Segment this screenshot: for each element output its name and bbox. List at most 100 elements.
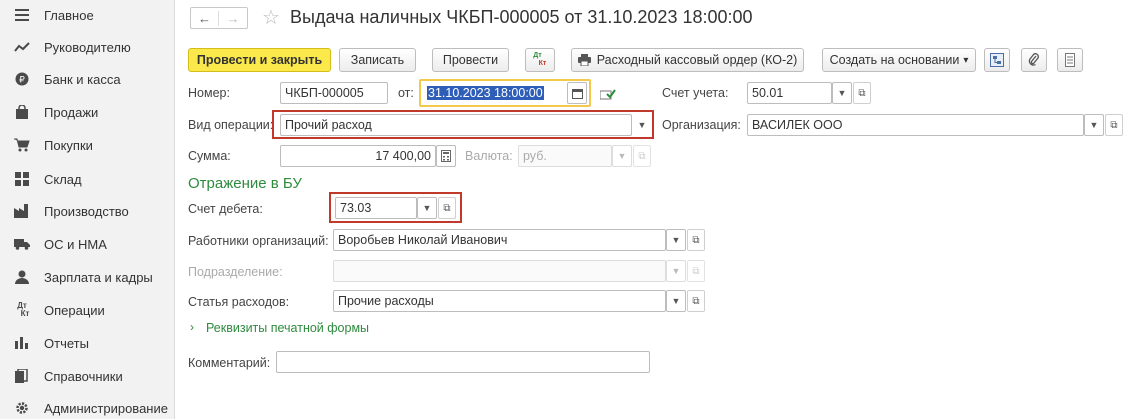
account-open-button[interactable]: ⧉ — [853, 82, 871, 104]
chevron-down-icon: ▼ — [1089, 120, 1099, 130]
sidebar: Главное Руководителю ₽ Банк и касса Прод… — [0, 0, 175, 419]
currency-label: Валюта: — [465, 149, 513, 163]
sidebar-item-operations[interactable]: Дт Кт Операции — [0, 295, 175, 325]
chevron-down-icon: ▼ — [671, 235, 681, 245]
calendar-button[interactable] — [567, 82, 587, 104]
organization-dropdown-button[interactable]: ▼ — [1084, 114, 1104, 136]
employees-dropdown-button[interactable]: ▼ — [666, 229, 686, 251]
bar-chart-icon — [14, 335, 30, 351]
date-value: 31.10.2023 18:00:00 — [427, 86, 544, 100]
employees-field[interactable]: Воробьев Николай Иванович — [333, 229, 666, 251]
open-icon: ⧉ — [638, 150, 646, 162]
create-based-on-label: Создать на основании — [829, 53, 960, 67]
organization-open-button[interactable]: ⧉ — [1105, 114, 1123, 136]
calendar-icon — [571, 88, 583, 99]
chevron-down-icon: ▼ — [837, 88, 847, 98]
chevron-down-icon: ▾ — [963, 54, 969, 66]
department-label: Подразделение: — [188, 265, 283, 279]
expense-label: Статья расходов: — [188, 295, 290, 309]
department-field — [333, 260, 666, 282]
date-label: от: — [398, 86, 414, 100]
date-field[interactable]: 31.10.2023 18:00:00 — [423, 82, 567, 104]
sidebar-item-label: Банк и касса — [44, 71, 121, 87]
sidebar-item-manager[interactable]: Руководителю — [0, 32, 175, 62]
svg-text:₽: ₽ — [19, 76, 25, 86]
post-button[interactable]: Провести — [432, 48, 509, 72]
date-check-icon[interactable] — [599, 88, 616, 103]
page-title: Выдача наличных ЧКБП-000005 от 31.10.202… — [290, 7, 753, 27]
operation-field[interactable]: Прочий расход — [280, 114, 632, 136]
sidebar-item-production[interactable]: Производство — [0, 196, 175, 226]
expense-open-button[interactable]: ⧉ — [687, 290, 705, 312]
open-icon: ⧉ — [443, 202, 451, 214]
organization-field[interactable]: ВАСИЛЕК ООО — [747, 114, 1084, 136]
structure-button[interactable] — [984, 48, 1010, 72]
sidebar-item-label: Склад — [44, 171, 82, 187]
sidebar-item-label: Справочники — [44, 368, 123, 384]
chevron-down-icon: ▼ — [422, 203, 432, 213]
more-actions-button[interactable] — [1057, 48, 1083, 72]
account-dropdown-button[interactable]: ▼ — [832, 82, 852, 104]
save-button[interactable]: Записать — [339, 48, 416, 72]
employees-open-button[interactable]: ⧉ — [687, 229, 705, 251]
print-order-button[interactable]: Расходный кассовый ордер (КО-2) — [571, 48, 804, 72]
back-button[interactable]: ← — [191, 10, 220, 26]
number-field[interactable]: ЧКБП-000005 — [280, 82, 388, 104]
sidebar-item-references[interactable]: Справочники — [0, 361, 175, 391]
print-details-link[interactable]: Реквизиты печатной формы — [206, 321, 369, 335]
number-label: Номер: — [188, 86, 230, 100]
forward-button[interactable]: → — [219, 11, 247, 26]
sum-label: Сумма: — [188, 149, 231, 163]
sum-field[interactable]: 17 400,00 — [280, 145, 436, 167]
comment-field[interactable] — [276, 351, 650, 373]
sidebar-item-warehouse[interactable]: Склад — [0, 164, 175, 194]
kt-label: Кт — [538, 60, 547, 67]
attachment-button[interactable] — [1021, 48, 1047, 72]
account-field[interactable]: 50.01 — [747, 82, 832, 104]
dt-label: Дт — [533, 52, 542, 59]
calculator-icon — [441, 150, 451, 162]
sidebar-item-label: Руководителю — [44, 39, 131, 55]
debit-account-field[interactable]: 73.03 — [335, 197, 417, 219]
dt-kt-button[interactable]: Дт Кт — [525, 48, 555, 72]
currency-dropdown-button: ▼ — [612, 145, 632, 167]
printer-icon — [577, 54, 591, 66]
open-icon: ⧉ — [692, 295, 700, 307]
open-icon: ⧉ — [858, 87, 866, 99]
chevron-right-icon[interactable]: › — [190, 320, 194, 334]
open-icon: ⧉ — [1110, 119, 1118, 131]
expense-dropdown-button[interactable]: ▼ — [666, 290, 686, 312]
debit-open-button[interactable]: ⧉ — [438, 197, 456, 219]
post-and-close-button[interactable]: Провести и закрыть — [188, 48, 331, 72]
department-open-button: ⧉ — [687, 260, 705, 282]
sidebar-item-sales[interactable]: Продажи — [0, 97, 175, 127]
expense-item-field[interactable]: Прочие расходы — [333, 290, 666, 312]
calculator-button[interactable] — [436, 145, 456, 167]
sidebar-item-admin[interactable]: Администрирование — [0, 393, 175, 419]
cart-icon — [14, 137, 30, 153]
hierarchy-icon — [990, 53, 1004, 67]
open-icon: ⧉ — [692, 234, 700, 246]
sidebar-item-bank[interactable]: ₽ Банк и касса — [0, 64, 175, 94]
document-form: ← → ☆ Выдача наличных ЧКБП-000005 от 31.… — [176, 0, 1145, 419]
sidebar-item-label: Покупки — [44, 137, 93, 153]
trend-icon — [14, 39, 30, 55]
sidebar-item-assets[interactable]: ОС и НМА — [0, 229, 175, 259]
debit-label: Счет дебета: — [188, 202, 263, 216]
sidebar-item-label: Главное — [44, 7, 94, 23]
sidebar-item-main[interactable]: Главное — [0, 0, 175, 30]
operation-dropdown-button[interactable]: ▼ — [632, 114, 652, 136]
sidebar-item-reports[interactable]: Отчеты — [0, 328, 175, 358]
grid-icon — [14, 171, 30, 187]
favorite-star-icon[interactable]: ☆ — [262, 5, 280, 30]
dt-kt-icon: Дт Кт — [17, 301, 30, 318]
currency-field: руб. — [518, 145, 612, 167]
chevron-down-icon: ▼ — [671, 266, 681, 276]
debit-dropdown-button[interactable]: ▼ — [417, 197, 437, 219]
sidebar-item-label: Зарплата и кадры — [44, 269, 153, 285]
sidebar-item-purchases[interactable]: Покупки — [0, 130, 175, 160]
sidebar-item-salary[interactable]: Зарплата и кадры — [0, 262, 175, 292]
paperclip-icon — [1028, 53, 1040, 67]
person-icon — [14, 269, 30, 285]
create-based-on-button[interactable]: Создать на основании ▾ — [822, 48, 976, 72]
